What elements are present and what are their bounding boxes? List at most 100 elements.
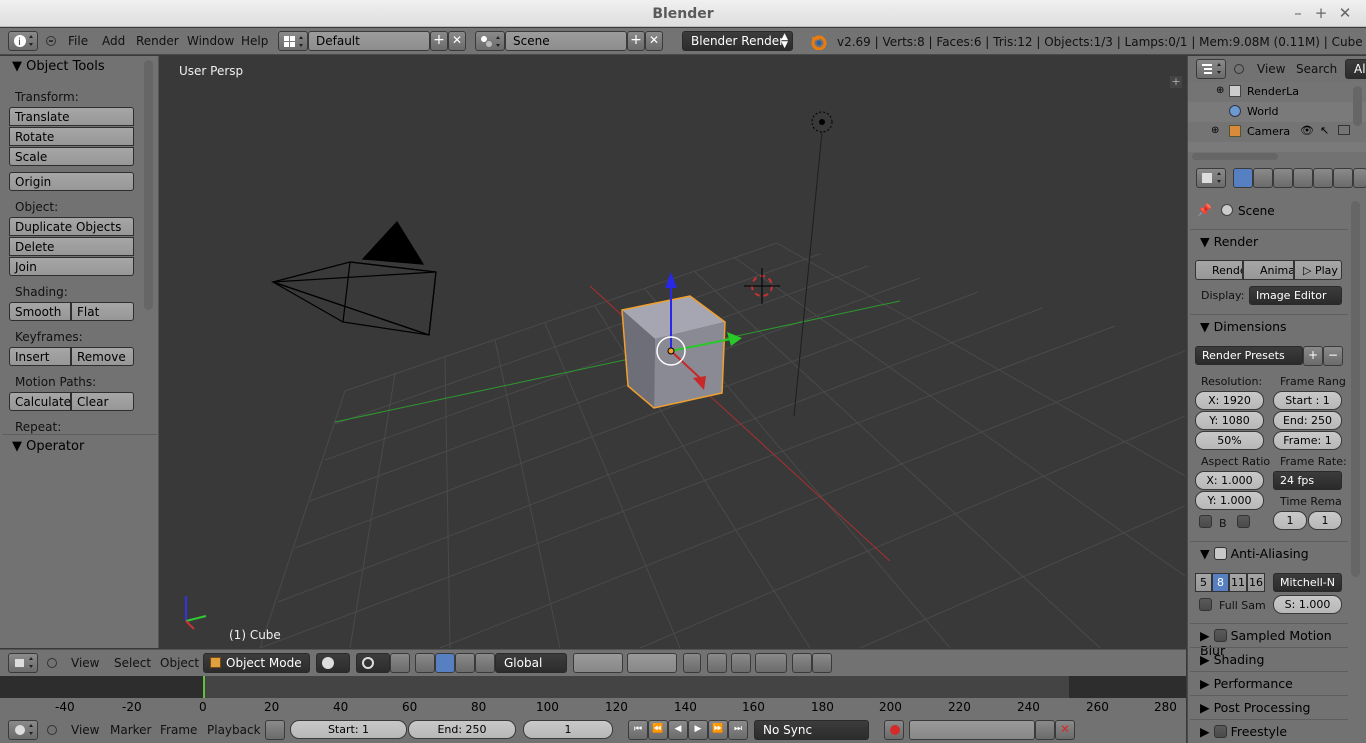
jump-keyframe-forward-icon[interactable]: ⏩ [708,720,728,740]
freestyle-checkbox[interactable] [1213,725,1227,738]
lock-layers-icon[interactable] [683,653,701,673]
calculate-button[interactable]: Calculate [9,392,71,411]
object-tools-panel-header[interactable]: ▼ Object Tools [12,59,105,74]
aspect-y-field[interactable]: Y: 1.000 [1195,491,1264,510]
display-mode-select[interactable]: All [1345,59,1366,79]
render-opengl-icon[interactable] [792,653,812,673]
object-context-icon[interactable] [1313,168,1333,188]
remove-screen-icon[interactable]: ✕ [448,31,466,51]
shading-panel-header[interactable]: ▶ Shading [1190,647,1348,669]
scale-button[interactable]: Scale [9,147,134,166]
aa-samples-11[interactable]: 11 [1229,573,1247,592]
duplicate-objects-button[interactable]: Duplicate Objects [9,217,134,236]
outliner-hscrollbar[interactable] [1192,153,1278,160]
aa-filter-select[interactable]: Mitchell-N [1273,573,1342,592]
menu-render[interactable]: Render [136,34,179,48]
start-frame-field[interactable]: Start: 1 [290,720,407,739]
menu-window[interactable]: Window [187,34,234,48]
selectable-arrow-icon[interactable]: ↖ [1320,124,1329,137]
snap-toggle-icon[interactable] [731,653,751,673]
aa-samples-16[interactable]: 16 [1247,573,1265,592]
motion-blur-checkbox[interactable] [1213,629,1227,642]
play-rendered-button[interactable]: ▷ Play [1294,260,1342,280]
viewport-scene[interactable] [160,56,1185,648]
menu-search[interactable]: Search [1296,62,1337,76]
operator-panel-header[interactable]: ▼ Operator [12,439,84,454]
menu-view[interactable]: View [1257,62,1285,76]
end-frame-field[interactable]: End: 250 [408,720,516,739]
expand-icon[interactable]: ⊕ [1216,85,1224,96]
remove-preset-icon[interactable]: − [1323,346,1343,366]
screen-layout-icon[interactable] [278,31,308,51]
frame-end-field[interactable]: End: 250 [1273,411,1342,430]
insert-keyframe-icon[interactable] [1035,720,1055,740]
smooth-button[interactable]: Smooth [9,302,71,321]
timeline-area[interactable]: -40 -20 0 20 40 60 80 100 120 140 160 18… [0,676,1186,718]
play-reverse-icon[interactable]: ◀ [668,720,688,740]
freestyle-panel-header[interactable]: ▶ Freestyle [1190,719,1348,741]
scene-icon[interactable] [475,31,505,51]
add-scene-icon[interactable]: + [627,31,645,51]
collapse-menus-icon[interactable] [46,36,56,46]
current-frame-marker[interactable] [203,676,205,698]
frame-rate-select[interactable]: 24 fps [1273,471,1342,490]
render-panel-header[interactable]: ▼ Render [1190,229,1348,251]
aa-samples-8[interactable]: 8 [1212,573,1229,592]
render-animation-button[interactable]: Anima [1243,260,1294,280]
play-icon[interactable]: ▶ [688,720,708,740]
menu-frame[interactable]: Frame [160,723,197,737]
delete-button[interactable]: Delete [9,237,134,256]
transform-orientation-select[interactable]: Global [495,653,567,673]
sync-mode-select[interactable]: No Sync [754,720,869,740]
performance-panel-header[interactable]: ▶ Performance [1190,671,1348,693]
toolshelf-scrollbar[interactable] [144,60,153,310]
outliner-row[interactable]: ⊕ Camera 👁 ↖ [1188,122,1366,142]
auto-keyframe-icon[interactable] [884,720,904,740]
pin-icon[interactable]: 📌 [1197,203,1212,217]
jump-end-icon[interactable]: ⏭ [728,720,748,740]
manipulator-extra-icon[interactable] [475,653,495,673]
layers-group-1[interactable] [573,653,623,673]
jump-keyframe-back-icon[interactable]: ⏪ [648,720,668,740]
remap-old-field[interactable]: 1 [1273,511,1307,530]
editor-type-timeline-icon[interactable] [8,720,38,740]
outliner-vscrollbar[interactable] [1353,86,1362,126]
jump-start-icon[interactable]: ⏮ [628,720,648,740]
origin-button[interactable]: Origin [9,172,134,191]
display-select[interactable]: Image Editor [1249,286,1342,305]
editor-type-info-icon[interactable]: i [8,31,38,51]
snap-element-select[interactable] [755,653,787,673]
menu-object[interactable]: Object [160,656,199,670]
maximize-icon[interactable]: + [1312,4,1330,22]
flat-button[interactable]: Flat [71,302,134,321]
join-button[interactable]: Join [9,257,134,276]
translate-manipulator-icon[interactable] [415,653,435,673]
frame-step-field[interactable]: Frame: 1 [1273,431,1342,450]
scene-context-icon[interactable] [1273,168,1293,188]
collapse-menus-icon[interactable] [47,725,57,735]
sampled-motion-blur-panel-header[interactable]: ▶ Sampled Motion Blur [1190,623,1348,658]
area-split-corner-icon[interactable]: + [1170,76,1182,88]
preview-range-icon[interactable] [265,720,285,740]
frame-start-field[interactable]: Start : 1 [1273,391,1342,410]
remap-new-field[interactable]: 1 [1308,511,1342,530]
aspect-x-field[interactable]: X: 1.000 [1195,471,1264,490]
menu-add[interactable]: Add [102,34,125,48]
3d-viewport[interactable]: User Persp (1) Cube + [160,56,1185,648]
add-preset-icon[interactable]: + [1303,346,1323,366]
keying-set-field[interactable] [909,720,1035,740]
remove-scene-icon[interactable]: ✕ [645,31,663,51]
border-checkbox[interactable] [1199,515,1212,528]
camera-object[interactable] [270,221,437,336]
resolution-x-field[interactable]: X: 1920 [1195,391,1264,410]
render-context-icon[interactable] [1233,168,1253,188]
rotate-manipulator-icon[interactable] [435,653,455,673]
viewport-shading-select[interactable] [316,653,350,673]
full-sample-checkbox[interactable] [1199,598,1212,611]
constraints-context-icon[interactable] [1333,168,1353,188]
aa-samples-5[interactable]: 5 [1195,573,1212,592]
resolution-y-field[interactable]: Y: 1080 [1195,411,1264,430]
menu-playback[interactable]: Playback [207,723,261,737]
menu-view[interactable]: View [71,656,99,670]
collapse-menus-icon[interactable] [47,658,57,668]
